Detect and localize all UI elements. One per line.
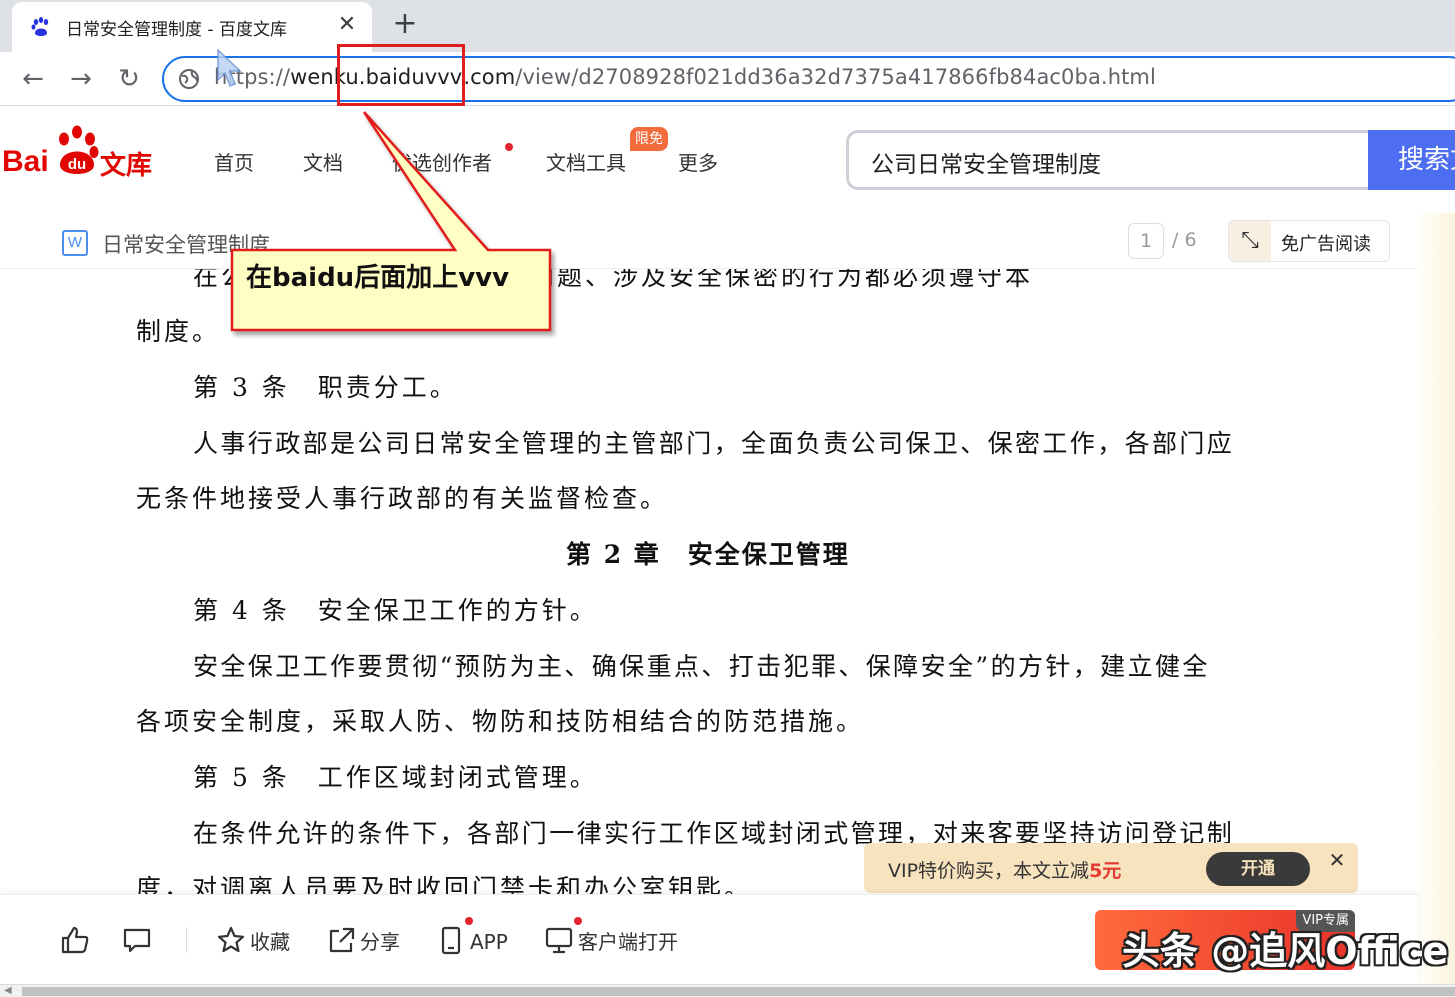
tab-title: 日常安全管理制度 - 百度文库 [66, 20, 287, 40]
doc-line: 第 4 条 安全保卫工作的方针。 [193, 596, 598, 625]
app-button[interactable]: APP [436, 925, 508, 957]
share-label: 分享 [360, 930, 400, 954]
doc-line: 人事行政部是公司日常安全管理的主管部门，全面负责公司保卫、保密工作，各部门应 [193, 429, 1235, 458]
thumbs-up-icon [61, 926, 89, 954]
forward-arrow-icon[interactable]: → [64, 62, 98, 96]
browser-tab-active[interactable]: 日常安全管理制度 - 百度文库 ✕ [12, 2, 372, 52]
site-header: Bai du 文库 首页 文档 优选创作者 文档工具 限免 更多 公司日常安全管… [0, 107, 1455, 211]
open-in-client-button[interactable]: 客户端打开 [544, 925, 678, 957]
browser-tabstrip: 日常安全管理制度 - 百度文库 ✕ + [0, 0, 1455, 52]
new-tab-button[interactable]: + [390, 9, 420, 40]
mouse-cursor-icon [217, 48, 242, 87]
expand-arrows-icon: ⤡ [1229, 221, 1271, 261]
horizontal-scrollbar[interactable]: ◀ [0, 984, 1455, 997]
page-number-input[interactable]: 1 [1128, 223, 1164, 259]
star-icon [217, 926, 245, 953]
nav-doc-tools[interactable]: 文档工具 [546, 147, 626, 176]
share-button[interactable]: 分享 [326, 925, 400, 957]
share-icon [329, 927, 355, 953]
free-badge: 限免 [630, 127, 668, 151]
comment-icon [123, 928, 151, 953]
url-highlight-box [337, 44, 465, 106]
close-icon[interactable]: ✕ [1326, 849, 1348, 871]
right-side-panel [1418, 213, 1455, 987]
app-label: APP [470, 930, 508, 954]
nav-docs[interactable]: 文档 [303, 147, 343, 176]
callout-text: 在baidu后面加上vvv [246, 263, 510, 293]
app-new-dot [465, 917, 473, 925]
like-button[interactable] [60, 925, 94, 957]
reload-icon[interactable]: ↻ [112, 62, 146, 96]
watermark: 头条 @追风Office [1122, 929, 1449, 973]
doc-line: 无条件地接受人事行政部的有关监督检查。 [136, 484, 669, 513]
divider [186, 927, 187, 953]
nav-creators[interactable]: 优选创作者 [392, 147, 492, 176]
search-input-value: 公司日常安全管理制度 [871, 152, 1101, 178]
collect-button[interactable]: 收藏 [216, 925, 290, 957]
vip-discount-label: VIP特价购买，本文立减 [888, 860, 1090, 882]
nav-home[interactable]: 首页 [214, 147, 254, 176]
doc-line: 安全保卫工作要贯彻“预防为主、确保重点、打击犯罪、保障安全”的方针，建立健全 [193, 652, 1210, 681]
document-title: 日常安全管理制度 [102, 233, 270, 257]
site-info-globe-icon[interactable] [178, 68, 200, 90]
url-path: /view/d2708928f021dd36a32d7375a417866fb8… [515, 65, 1156, 89]
doc-line: 度，对调离人员要及时收回门禁卡和办公室钥匙。 [136, 874, 753, 894]
search-input[interactable]: 公司日常安全管理制度 [846, 130, 1370, 190]
logo-du: du [68, 156, 86, 173]
document-toolbar: W 日常安全管理制度 1 / 6 ⤡ 免广告阅读 [0, 213, 1418, 269]
logo-bai: Bai [2, 145, 49, 178]
baidu-wenku-logo[interactable]: Bai du 文库 [2, 125, 162, 185]
collect-label: 收藏 [250, 930, 290, 954]
phone-icon [441, 926, 461, 955]
back-arrow-icon[interactable]: ← [16, 62, 50, 96]
doc-line: 制度。 [136, 317, 221, 346]
scroll-left-arrow-icon[interactable]: ◀ [4, 985, 12, 996]
nav-creators-dot [505, 143, 513, 151]
search-button[interactable]: 搜索文档 [1368, 130, 1455, 190]
doc-line: 第 5 条 工作区域封闭式管理。 [193, 763, 598, 792]
baidu-paw-icon [31, 17, 49, 36]
page-total: / 6 [1172, 229, 1197, 251]
ad-free-read-label: 免广告阅读 [1281, 234, 1371, 255]
desktop-icon [545, 927, 573, 954]
vip-discount-popup: VIP特价购买，本文立减5元 开通 ✕ [864, 843, 1358, 893]
word-doc-icon: W [62, 230, 88, 256]
doc-line: 第 3 条 职责分工。 [193, 373, 458, 402]
document-content: 在公司内部涉及安全保卫的问题、涉及安全保密的行为都必须遵守本 制度。 第 3 条… [0, 269, 1418, 894]
doc-line: 各项安全制度，采取人防、物防和技防相结合的防范措施。 [136, 707, 865, 736]
ad-free-read-button[interactable]: ⤡ 免广告阅读 [1228, 220, 1390, 262]
chapter-heading: 第 2 章 安全保卫管理 [566, 540, 850, 569]
baidu-paw-logo-icon: du [59, 125, 99, 174]
scrollbar-thumb[interactable] [22, 987, 1455, 996]
logo-wenku: 文库 [100, 151, 153, 181]
tab-close-icon[interactable]: ✕ [334, 12, 360, 38]
client-new-dot [574, 917, 582, 925]
vip-open-button[interactable]: 开通 [1206, 852, 1310, 886]
vip-discount-text: VIP特价购买，本文立减5元 [888, 856, 1121, 883]
comment-button[interactable] [122, 925, 156, 957]
open-in-client-label: 客户端打开 [578, 930, 678, 954]
nav-more[interactable]: 更多 [678, 147, 718, 176]
vip-discount-amount: 5元 [1089, 860, 1122, 882]
